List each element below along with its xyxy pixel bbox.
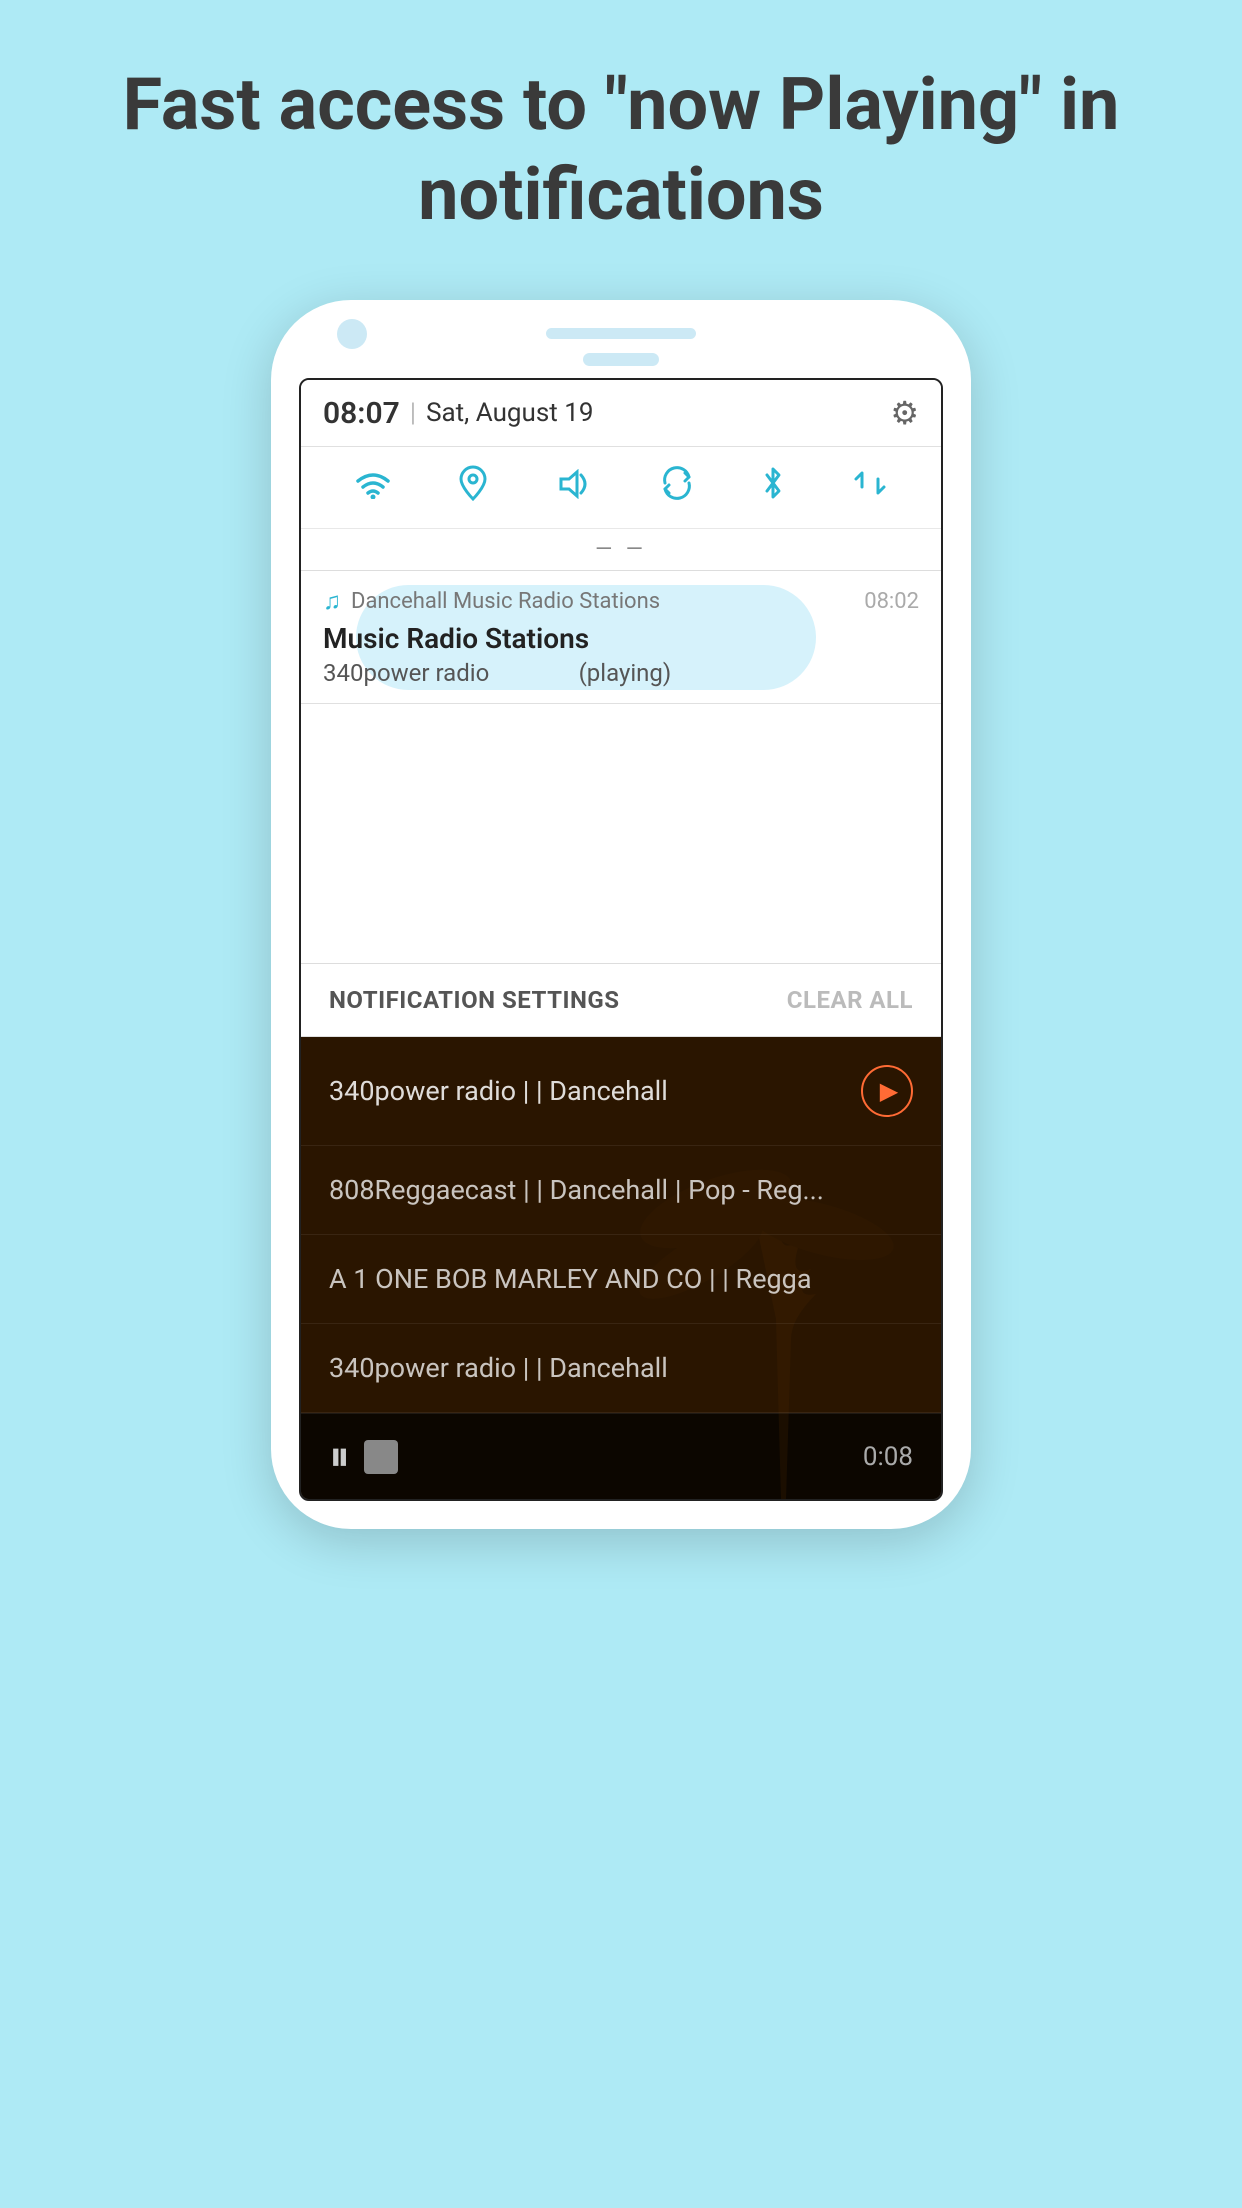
drag-handle: — — xyxy=(301,529,941,571)
notification-playing-status: (playing) xyxy=(579,659,672,687)
status-bar: 08:07 | Sat, August 19 ⚙ xyxy=(301,380,941,447)
pause-button[interactable]: ⏸ xyxy=(329,1432,346,1481)
camera-dot xyxy=(337,319,367,349)
clear-all-button[interactable]: CLEAR ALL xyxy=(787,986,913,1014)
phone-screen: 08:07 | Sat, August 19 ⚙ xyxy=(299,378,943,1501)
header-section: Fast access to "now Playing" in notifica… xyxy=(0,0,1242,270)
list-item[interactable]: A 1 ONE BOB MARLEY AND CO | | Regga xyxy=(301,1235,941,1324)
player-controls: ⏸ xyxy=(329,1432,398,1481)
notification-subtitle: 340power radio (playing) xyxy=(323,659,919,687)
stop-button[interactable] xyxy=(364,1440,398,1474)
empty-notification-area xyxy=(301,704,941,964)
wifi-icon[interactable] xyxy=(354,467,392,508)
location-icon[interactable] xyxy=(458,465,488,510)
list-item-text: 340power radio | | Dancehall xyxy=(329,1075,861,1107)
play-icon: ▶ xyxy=(880,1077,898,1105)
page-title: Fast access to "now Playing" in notifica… xyxy=(80,60,1162,240)
data-transfer-icon[interactable] xyxy=(852,465,888,510)
speaker-bar xyxy=(546,328,696,339)
app-list: 340power radio | | Dancehall ▶ 808Reggae… xyxy=(301,1037,941,1413)
app-content-area: 340power radio | | Dancehall ▶ 808Reggae… xyxy=(301,1037,941,1499)
list-item[interactable]: 340power radio | | Dancehall xyxy=(301,1324,941,1413)
quick-settings-row xyxy=(301,447,941,529)
list-item-text: 808Reggaecast | | Dancehall | Pop - Reg.… xyxy=(329,1174,824,1206)
play-button[interactable]: ▶ xyxy=(861,1065,913,1117)
status-time: 08:07 xyxy=(323,396,400,431)
notification-title: Music Radio Stations xyxy=(323,622,919,655)
volume-icon[interactable] xyxy=(555,468,593,508)
list-item[interactable]: 340power radio | | Dancehall ▶ xyxy=(301,1037,941,1146)
phone-top-bar xyxy=(299,328,943,339)
list-item-text: 340power radio | | Dancehall xyxy=(329,1352,668,1384)
status-divider: | xyxy=(410,398,416,428)
sync-icon[interactable] xyxy=(659,465,695,510)
notification-time: 08:02 xyxy=(864,589,919,614)
phone-mockup-wrapper: 08:07 | Sat, August 19 ⚙ xyxy=(0,300,1242,1529)
notification-header: ♫ Dancehall Music Radio Stations 08:02 xyxy=(323,587,919,616)
gear-icon[interactable]: ⚙ xyxy=(890,394,919,432)
music-note-icon: ♫ xyxy=(323,587,341,616)
list-item[interactable]: 808Reggaecast | | Dancehall | Pop - Reg.… xyxy=(301,1146,941,1235)
status-date: Sat, August 19 xyxy=(426,398,593,428)
list-item-text: A 1 ONE BOB MARLEY AND CO | | Regga xyxy=(329,1263,812,1295)
home-indicator xyxy=(583,353,659,366)
notification-app-name: Dancehall Music Radio Stations xyxy=(351,589,854,614)
bluetooth-icon[interactable] xyxy=(761,465,785,510)
notification-card[interactable]: ♫ Dancehall Music Radio Stations 08:02 M… xyxy=(301,571,941,704)
notification-status-spacer xyxy=(495,659,572,687)
notification-station: 340power radio xyxy=(323,659,489,687)
notification-settings-button[interactable]: NOTIFICATION SETTINGS xyxy=(329,986,620,1014)
notification-bottom-bar: NOTIFICATION SETTINGS CLEAR ALL xyxy=(301,964,941,1037)
phone-outer: 08:07 | Sat, August 19 ⚙ xyxy=(271,300,971,1529)
